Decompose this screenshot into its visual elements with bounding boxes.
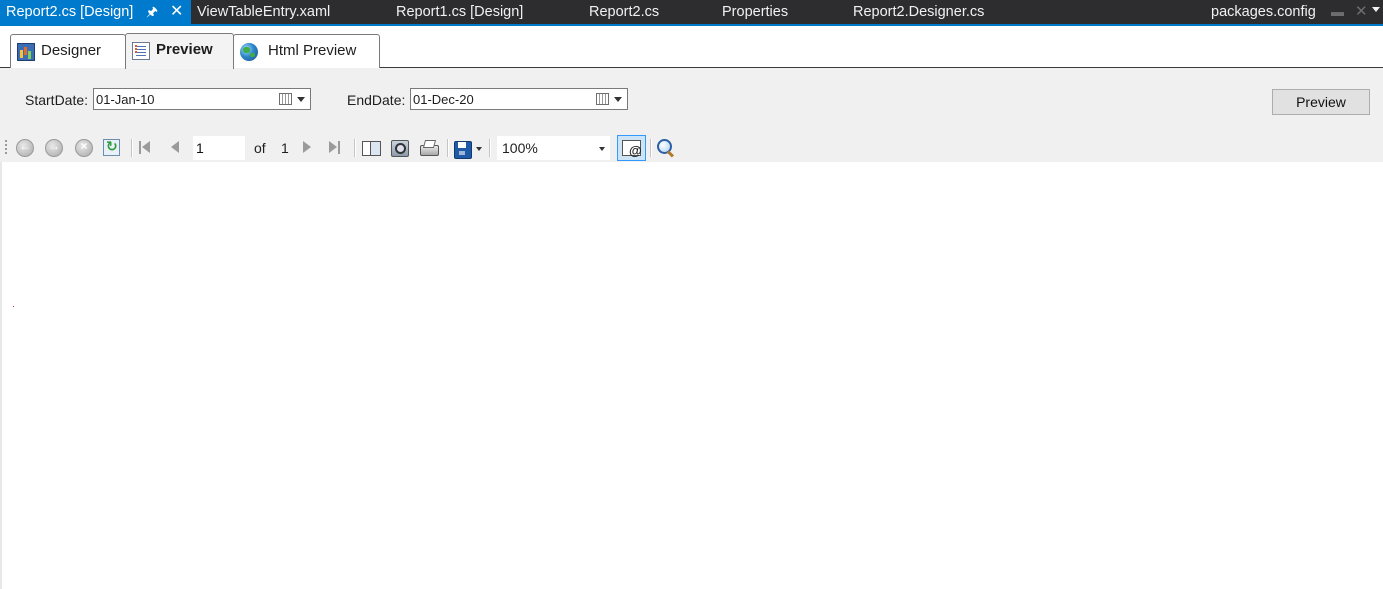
- calendar-icon[interactable]: [279, 93, 292, 105]
- start-date-picker[interactable]: 01-Jan-10: [93, 88, 311, 110]
- zoom-value: 100%: [502, 140, 538, 156]
- doc-tab-report2-design[interactable]: Report2.cs [Design] 🖈︎ ✕: [0, 0, 191, 26]
- doc-tab-report1-design[interactable]: Report1.cs [Design]: [396, 0, 523, 24]
- first-page-icon[interactable]: [138, 140, 152, 156]
- report-canvas[interactable]: [0, 162, 1383, 589]
- report-view-tabs: Designer Preview Html Preview: [0, 26, 1383, 69]
- tab-html-preview[interactable]: Html Preview: [233, 34, 380, 68]
- forward-arrow-icon[interactable]: [45, 139, 63, 157]
- doc-tab-label: ViewTableEntry.xaml: [197, 4, 331, 20]
- tab-label: Html Preview: [268, 42, 357, 59]
- save-export-icon[interactable]: [453, 138, 473, 159]
- tab-overflow-dropdown-icon[interactable]: [1372, 7, 1380, 12]
- designer-icon: [17, 43, 35, 61]
- toolbar-separator: [447, 139, 448, 157]
- document-tab-strip: Report2.cs [Design] 🖈︎ ✕ ViewTableEntry.…: [0, 0, 1383, 26]
- globe-icon: [240, 43, 258, 61]
- stop-icon[interactable]: [75, 139, 93, 157]
- toolbar-separator: [354, 139, 355, 157]
- chevron-down-icon[interactable]: [599, 147, 605, 151]
- tab-label: Designer: [41, 42, 102, 59]
- toolbar-grip[interactable]: [5, 140, 7, 156]
- doc-tab-label: Properties: [722, 4, 789, 20]
- doc-tab-label: packages.config: [1211, 4, 1316, 20]
- toolbar-separator: [650, 139, 651, 157]
- start-date-value[interactable]: 01-Jan-10: [96, 92, 155, 107]
- chevron-down-icon[interactable]: [476, 147, 482, 151]
- doc-tab-label: Report2.cs: [589, 4, 660, 20]
- parameter-panel: StartDate: 01-Jan-10 EndDate: 01-Dec-20 …: [0, 68, 1383, 134]
- email-icon[interactable]: [617, 135, 646, 161]
- document-map-icon[interactable]: [361, 138, 381, 158]
- doc-tab-label: Report2.Designer.cs: [853, 4, 985, 20]
- last-page-icon[interactable]: [327, 140, 341, 156]
- preview-icon: [132, 42, 150, 60]
- toolbar-separator: [489, 139, 490, 157]
- page-of-label: of: [254, 140, 266, 156]
- chevron-down-icon[interactable]: [297, 97, 305, 102]
- toolbar-separator: [131, 139, 132, 157]
- doc-tab-packages-config[interactable]: packages.config ▬ ✕: [1211, 0, 1383, 24]
- end-date-label: EndDate:: [347, 92, 406, 108]
- doc-tab-viewtableentry[interactable]: ViewTableEntry.xaml: [197, 0, 330, 24]
- tab-preview[interactable]: Preview: [125, 33, 234, 69]
- pin-icon[interactable]: 🖈︎: [146, 0, 158, 24]
- doc-tab-label: Report2.cs [Design]: [6, 4, 134, 20]
- chevron-down-icon[interactable]: [614, 97, 622, 102]
- current-page-input[interactable]: [193, 136, 245, 160]
- tab-label: Preview: [156, 41, 213, 58]
- preview-button[interactable]: Preview: [1272, 89, 1370, 115]
- close-icon[interactable]: ✕: [1355, 0, 1368, 24]
- pin-icon[interactable]: ▬: [1331, 0, 1344, 24]
- doc-tab-report2-designer[interactable]: Report2.Designer.cs: [853, 0, 984, 24]
- doc-tab-properties[interactable]: Properties: [722, 0, 788, 24]
- end-date-picker[interactable]: 01-Dec-20: [410, 88, 628, 110]
- end-date-value[interactable]: 01-Dec-20: [413, 92, 474, 107]
- report-content-marker: [13, 306, 14, 307]
- find-icon[interactable]: [656, 138, 676, 158]
- print-icon[interactable]: [419, 138, 439, 158]
- zoom-select[interactable]: 100%: [497, 136, 610, 160]
- calendar-icon[interactable]: [596, 93, 609, 105]
- back-arrow-icon[interactable]: [16, 139, 34, 157]
- total-pages: 1: [281, 140, 289, 156]
- refresh-icon[interactable]: [103, 138, 120, 156]
- next-page-icon[interactable]: [300, 140, 314, 156]
- previous-page-icon[interactable]: [168, 140, 182, 156]
- doc-tab-report2-cs[interactable]: Report2.cs: [589, 0, 659, 24]
- doc-tab-label: Report1.cs [Design]: [396, 4, 524, 20]
- close-icon[interactable]: ✕: [170, 0, 183, 24]
- print-layout-icon[interactable]: [390, 138, 410, 158]
- start-date-label: StartDate:: [25, 92, 89, 108]
- tab-designer[interactable]: Designer: [10, 34, 126, 68]
- report-toolbar: of 1 100%: [0, 134, 1383, 162]
